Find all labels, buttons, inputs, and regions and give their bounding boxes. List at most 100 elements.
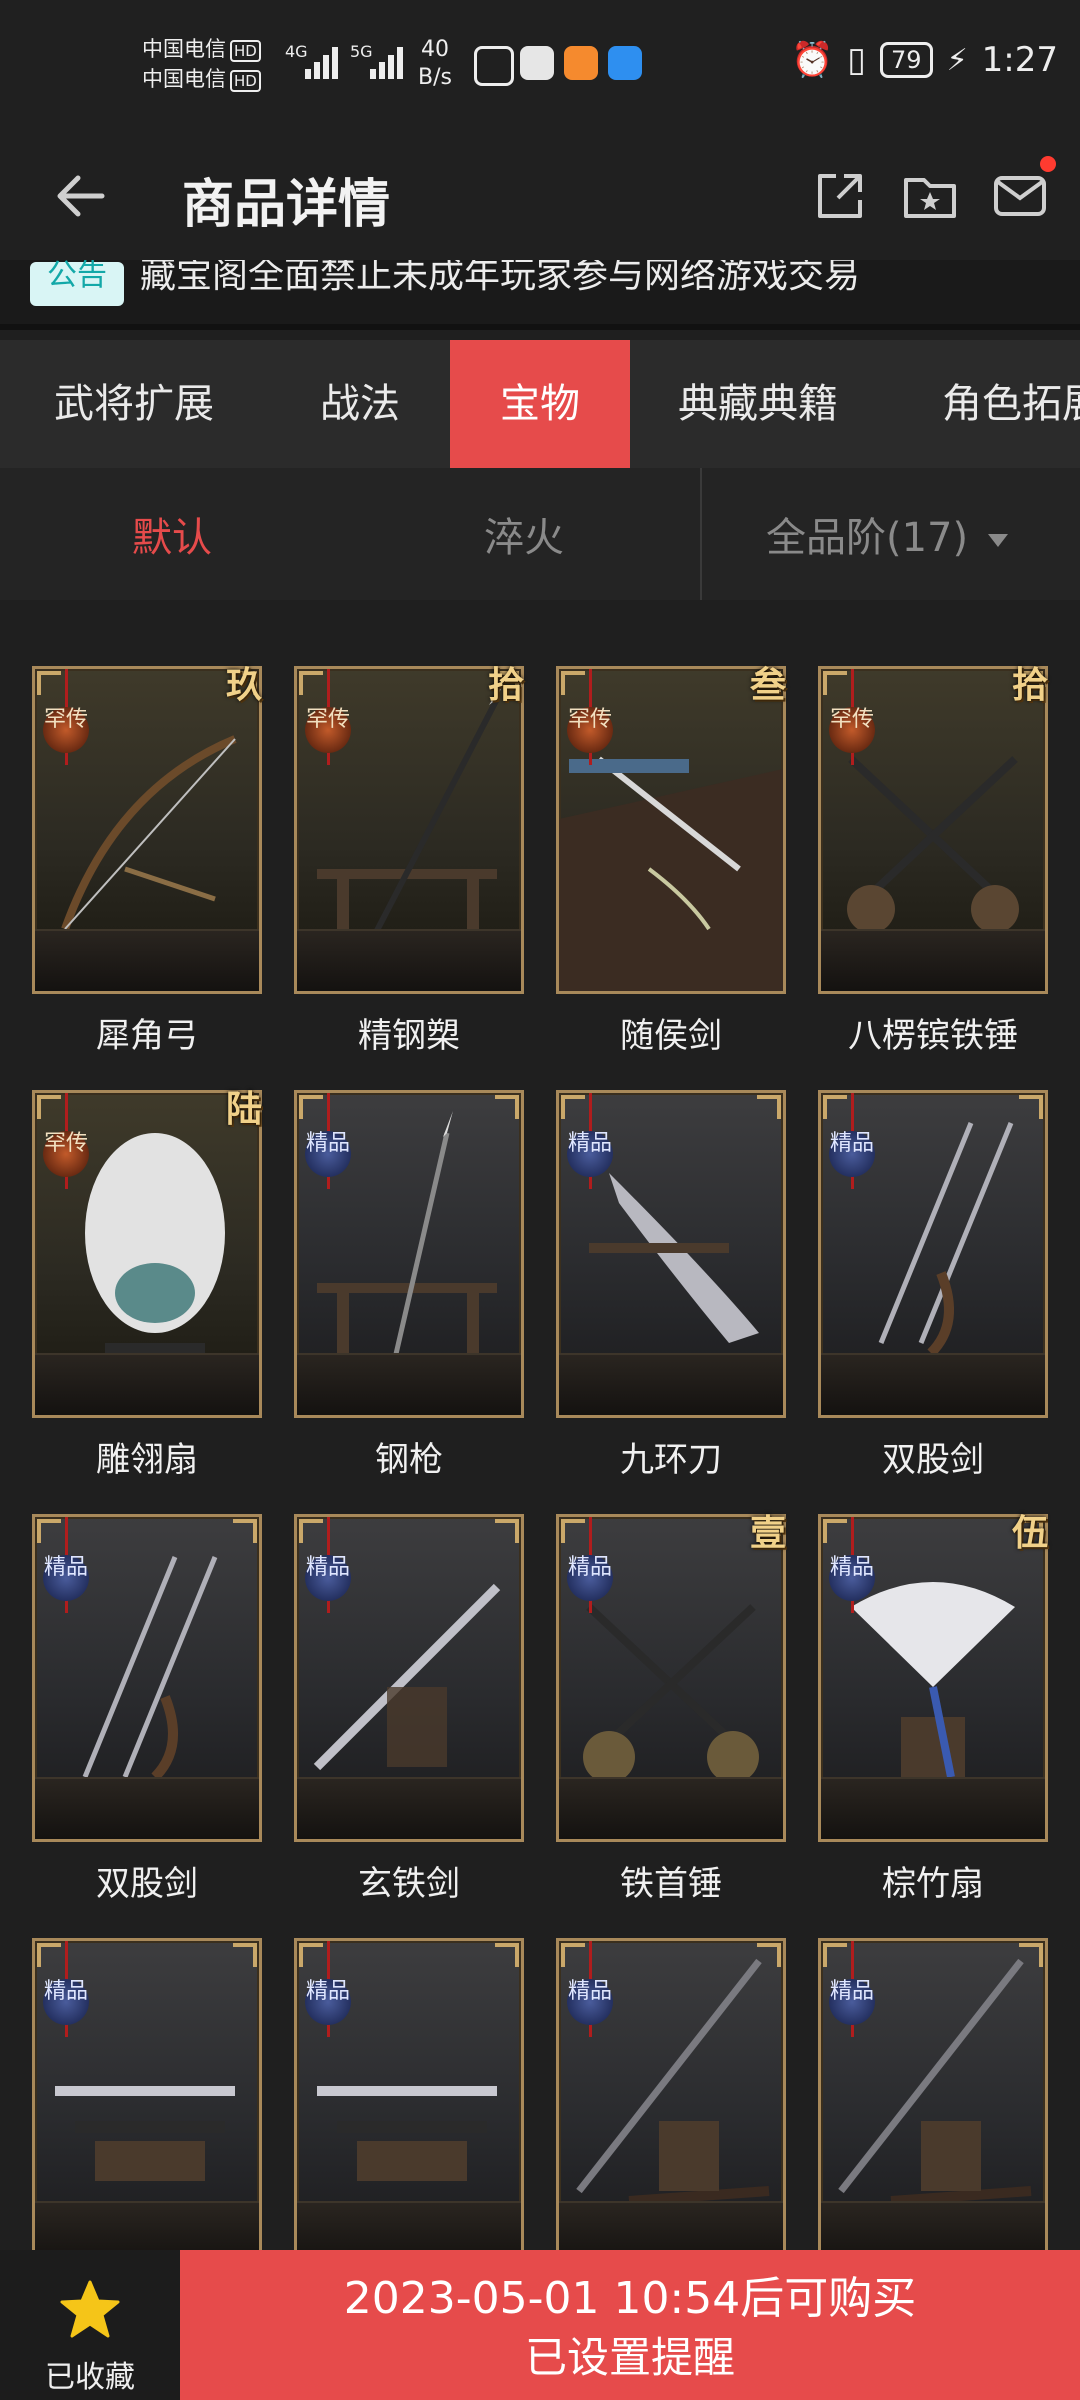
rank-badge: 罕传 bbox=[43, 707, 89, 753]
alarm-icon: ⏰ bbox=[790, 40, 834, 80]
item-name: 八楞镔铁锤 bbox=[848, 1016, 1018, 1056]
carrier-1: 中国电信 bbox=[142, 37, 226, 61]
rank-badge: 精品 bbox=[567, 1555, 613, 1601]
item-image: 精品 bbox=[294, 1514, 524, 1842]
carrier-2: 中国电信 bbox=[142, 67, 226, 91]
item-image: 精品 bbox=[32, 1938, 262, 2250]
buy-time-text: 2023-05-01 10:54后可购买 bbox=[343, 2273, 917, 2324]
awaken-level: 拾 bbox=[487, 665, 524, 706]
page-title: 商品详情 bbox=[182, 175, 391, 235]
network-speed: 40 B/s bbox=[418, 37, 452, 90]
awaken-level bbox=[476, 1508, 536, 1560]
item-card[interactable]: 罕传 玖 犀角弓 bbox=[32, 665, 262, 1057]
rank-badge: 精品 bbox=[305, 1979, 351, 2025]
sort-divider bbox=[700, 468, 702, 600]
awaken-level bbox=[214, 1508, 274, 1560]
rank-badge: 罕传 bbox=[43, 1131, 89, 1177]
item-card[interactable]: 精品 钢枪 bbox=[294, 1090, 524, 1481]
item-image: 精品 bbox=[32, 1514, 262, 1842]
rank-badge: 罕传 bbox=[305, 707, 351, 753]
bottom-bar: 已收藏 2023-05-01 10:54后可购买 已设置提醒 bbox=[0, 2250, 1080, 2400]
hd-badge: HD bbox=[230, 70, 261, 92]
awaken-level: 玖 bbox=[225, 665, 262, 706]
item-name: 随侯剑 bbox=[620, 1016, 722, 1056]
rank-badge: 精品 bbox=[305, 1555, 351, 1601]
grade-filter-dropdown[interactable]: 全品阶(17) bbox=[766, 468, 1009, 600]
item-name: 精钢槊 bbox=[358, 1016, 460, 1056]
tab-role-expansion[interactable]: 角色拓展 bbox=[942, 340, 1080, 468]
rank-badge: 罕传 bbox=[829, 707, 875, 753]
share-icon[interactable] bbox=[810, 166, 870, 226]
tab-hero-expansion[interactable]: 武将扩展 bbox=[54, 340, 214, 468]
item-name: 双股剑 bbox=[96, 1864, 198, 1904]
tab-tactics[interactable]: 战法 bbox=[320, 340, 400, 468]
carrier-info: 中国电信 HD 中国电信 HD bbox=[142, 34, 261, 94]
awaken-level bbox=[476, 1932, 536, 1984]
item-image: 精品 bbox=[294, 1938, 524, 2250]
item-card[interactable]: 罕传 叁 随侯剑 bbox=[556, 665, 786, 1057]
tv-app-icon bbox=[474, 46, 514, 86]
item-card[interactable]: 精品 玄铁剑 bbox=[294, 1514, 524, 1905]
notice-tag: 公告 bbox=[30, 261, 124, 306]
item-grid: 罕传 玖 犀角弓 罕传 拾 精钢槊 罕传 叁 随侯剑 罕传 拾 八楞镔铁锤 罕传… bbox=[0, 600, 1080, 2250]
message-icon[interactable] bbox=[990, 166, 1050, 226]
item-card[interactable]: 精品 双股剑 bbox=[32, 1514, 262, 1905]
chevron-down-icon bbox=[988, 533, 1009, 547]
item-card[interactable]: 罕传 拾 精钢槊 bbox=[294, 665, 524, 1057]
item-card[interactable]: 精品 bbox=[32, 1938, 262, 2250]
item-image: 精品 bbox=[556, 1090, 786, 1418]
item-card[interactable]: 精品 双股剑 bbox=[818, 1090, 1048, 1481]
awaken-level: 壹 bbox=[749, 1513, 786, 1554]
rank-badge: 精品 bbox=[829, 1131, 875, 1177]
signal-icon bbox=[370, 45, 410, 79]
item-card[interactable]: 精品 九环刀 bbox=[556, 1090, 786, 1481]
rank-badge: 精品 bbox=[567, 1131, 613, 1177]
hd-badge: HD bbox=[230, 40, 261, 62]
favorite-button[interactable]: 已收藏 bbox=[0, 2250, 180, 2400]
rank-badge: 精品 bbox=[567, 1979, 613, 2025]
notification-dot bbox=[1040, 156, 1056, 172]
status-bar: 中国电信 HD 中国电信 HD 4G 5G 40 B/s ⏰ ▯ 79 ⚡ 1:27 bbox=[0, 0, 1080, 130]
item-card[interactable]: 精品 bbox=[556, 1938, 786, 2250]
awaken-level: 拾 bbox=[1011, 665, 1048, 706]
rank-badge: 精品 bbox=[43, 1979, 89, 2025]
tab-collection-books[interactable]: 典藏典籍 bbox=[678, 340, 838, 468]
rank-badge: 罕传 bbox=[567, 707, 613, 753]
item-card[interactable]: 精品 bbox=[294, 1938, 524, 2250]
buy-button[interactable]: 2023-05-01 10:54后可购买 已设置提醒 bbox=[180, 2250, 1080, 2400]
clock: 1:27 bbox=[981, 40, 1058, 80]
sort-quench[interactable]: 淬火 bbox=[484, 468, 564, 600]
signal-icon bbox=[305, 45, 345, 79]
item-image: 罕传 bbox=[32, 666, 262, 994]
awaken-level: 叁 bbox=[749, 665, 786, 706]
item-name: 棕竹扇 bbox=[882, 1864, 984, 1904]
status-right: ⏰ ▯ 79 ⚡ 1:27 bbox=[791, 40, 1058, 80]
item-card[interactable]: 精品 伍 棕竹扇 bbox=[818, 1513, 1048, 1905]
awaken-level bbox=[738, 1932, 798, 1984]
item-name: 雕翎扇 bbox=[96, 1440, 198, 1480]
item-image: 精品 bbox=[294, 1090, 524, 1418]
awaken-level bbox=[1000, 1932, 1060, 1984]
item-image: 精品 bbox=[556, 1938, 786, 2250]
tab-treasure[interactable]: 宝物 bbox=[450, 340, 630, 468]
item-name: 犀角弓 bbox=[96, 1016, 198, 1056]
battery-level: 79 bbox=[880, 42, 933, 78]
notice-banner[interactable]: 公告 藏宝阁全面禁止未成年玩家参与网络游戏交易 bbox=[0, 260, 1080, 330]
item-card[interactable]: 罕传 拾 八楞镔铁锤 bbox=[818, 665, 1048, 1057]
sort-default[interactable]: 默认 bbox=[132, 468, 212, 600]
item-image: 罕传 bbox=[32, 1090, 262, 1418]
rank-badge: 精品 bbox=[829, 1555, 875, 1601]
back-arrow-icon[interactable] bbox=[52, 166, 112, 226]
item-card[interactable]: 精品 bbox=[818, 1938, 1048, 2250]
rank-badge: 精品 bbox=[43, 1555, 89, 1601]
item-image: 精品 bbox=[818, 1514, 1048, 1842]
grade-filter-label: 全品阶(17) bbox=[766, 515, 969, 561]
notice-text: 藏宝阁全面禁止未成年玩家参与网络游戏交易 bbox=[140, 260, 861, 296]
vibrate-icon: ▯ bbox=[847, 40, 867, 80]
charging-icon: ⚡ bbox=[946, 42, 968, 78]
item-name: 九环刀 bbox=[620, 1440, 722, 1480]
favorites-folder-icon[interactable] bbox=[900, 166, 960, 226]
item-card[interactable]: 精品 壹 铁首锤 bbox=[556, 1513, 786, 1905]
item-card[interactable]: 罕传 陆 雕翎扇 bbox=[32, 1089, 262, 1481]
item-image: 罕传 bbox=[556, 666, 786, 994]
